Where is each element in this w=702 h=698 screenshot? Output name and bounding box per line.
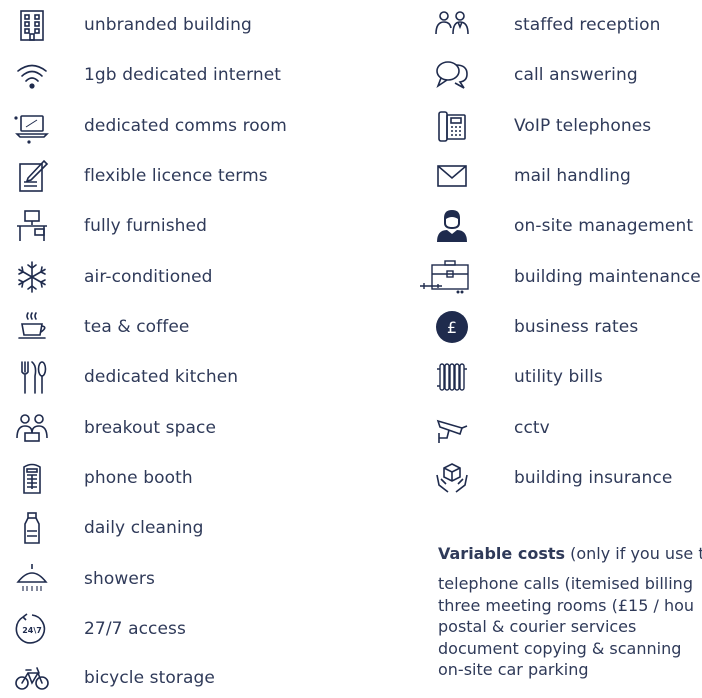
laptop-icon xyxy=(12,106,52,146)
contract-icon xyxy=(12,156,52,196)
reception-icon xyxy=(432,5,472,45)
bicycle-icon xyxy=(12,658,52,698)
cctv-icon xyxy=(432,408,472,448)
phone-booth-icon xyxy=(12,458,52,498)
amenity-label: breakout space xyxy=(84,418,217,438)
amenity-tea-coffee: tea & coffee xyxy=(0,307,360,347)
amenity-management: on-site management xyxy=(418,206,702,246)
amenity-call-answering: call answering xyxy=(418,55,702,95)
radiator-icon xyxy=(432,357,472,397)
amenity-label: building maintenance xyxy=(514,267,701,287)
amenity-breakout: breakout space xyxy=(0,408,360,448)
amenity-label: showers xyxy=(84,569,155,589)
amenity-voip: VoIP telephones xyxy=(418,106,702,146)
24-7-icon: 24\7 xyxy=(12,609,52,649)
amenity-label: call answering xyxy=(514,65,638,85)
speech-bubbles-icon xyxy=(432,55,472,95)
desk-phone-icon xyxy=(432,106,472,146)
svg-text:24\7: 24\7 xyxy=(22,626,42,635)
pound-icon: £ xyxy=(432,307,472,347)
amenity-utility-bills: utility bills xyxy=(418,357,702,397)
variable-costs-section: Variable costs (only if you use t teleph… xyxy=(438,544,702,681)
amenity-cctv: cctv xyxy=(418,408,702,448)
amenity-reception: staffed reception xyxy=(418,5,702,45)
amenity-label: unbranded building xyxy=(84,15,252,35)
coffee-cup-icon xyxy=(12,307,52,347)
insurance-icon xyxy=(432,458,472,498)
amenity-maintenance: building maintenance xyxy=(418,257,702,297)
variable-cost-item: document copying & scanning xyxy=(438,638,682,658)
amenity-label: 1gb dedicated internet xyxy=(84,65,282,85)
amenity-unbranded-building: unbranded building xyxy=(0,5,360,45)
amenity-label: tea & coffee xyxy=(84,317,190,337)
variable-costs-heading: Variable costs (only if you use t xyxy=(438,544,702,563)
desk-icon xyxy=(12,206,52,246)
building-icon xyxy=(12,5,52,45)
amenity-kitchen: dedicated kitchen xyxy=(0,357,360,397)
amenity-furnished: fully furnished xyxy=(0,206,360,246)
wifi-icon xyxy=(12,55,52,95)
amenity-label: building insurance xyxy=(514,468,673,488)
people-icon xyxy=(12,408,52,448)
cleaning-bottle-icon xyxy=(12,508,52,548)
amenity-label: cctv xyxy=(514,418,550,438)
amenity-comms-room: dedicated comms room xyxy=(0,106,360,146)
variable-costs-heading-note: (only if you use t xyxy=(565,544,702,563)
amenity-mail: mail handling xyxy=(418,156,702,196)
cutlery-icon xyxy=(12,357,52,397)
amenity-label: staffed reception xyxy=(514,15,661,35)
amenity-label: dedicated kitchen xyxy=(84,367,239,387)
variable-cost-item: on-site car parking xyxy=(438,660,589,679)
amenity-label: daily cleaning xyxy=(84,518,204,538)
amenity-label: VoIP telephones xyxy=(514,116,652,136)
variable-cost-item: three meeting rooms (£15 / hou xyxy=(438,595,695,615)
amenity-label: mail handling xyxy=(514,166,631,186)
amenity-label: dedicated comms room xyxy=(84,116,287,136)
amenity-label: flexible licence terms xyxy=(84,166,268,186)
svg-text:£: £ xyxy=(447,318,457,337)
toolbox-icon xyxy=(418,257,474,297)
amenity-licence-terms: flexible licence terms xyxy=(0,156,360,196)
amenity-showers: showers xyxy=(0,559,360,599)
amenity-label: utility bills xyxy=(514,367,603,387)
amenity-bicycle: bicycle storage xyxy=(0,658,360,698)
amenity-access: 24\7 27/7 access xyxy=(0,609,360,649)
manager-icon xyxy=(432,206,472,246)
amenity-cleaning: daily cleaning xyxy=(0,508,360,548)
amenity-label: business rates xyxy=(514,317,639,337)
amenity-label: bicycle storage xyxy=(84,668,215,688)
variable-cost-item: telephone calls (itemised billing xyxy=(438,574,693,593)
amenity-label: phone booth xyxy=(84,468,193,488)
variable-costs-heading-bold: Variable costs xyxy=(438,544,566,563)
amenity-insurance: building insurance xyxy=(418,458,702,498)
variable-cost-item: postal & courier services xyxy=(438,617,637,636)
amenity-air-conditioned: air-conditioned xyxy=(0,257,360,297)
amenity-phone-booth: phone booth xyxy=(0,458,360,498)
snowflake-icon xyxy=(12,257,52,297)
amenity-label: on-site management xyxy=(514,216,694,236)
shower-icon xyxy=(12,559,52,599)
amenity-label: 27/7 access xyxy=(84,619,186,639)
amenity-label: air-conditioned xyxy=(84,267,213,287)
amenity-internet: 1gb dedicated internet xyxy=(0,55,360,95)
amenity-business-rates: £ business rates xyxy=(418,307,702,347)
amenity-label: fully furnished xyxy=(84,216,207,236)
envelope-icon xyxy=(432,156,472,196)
